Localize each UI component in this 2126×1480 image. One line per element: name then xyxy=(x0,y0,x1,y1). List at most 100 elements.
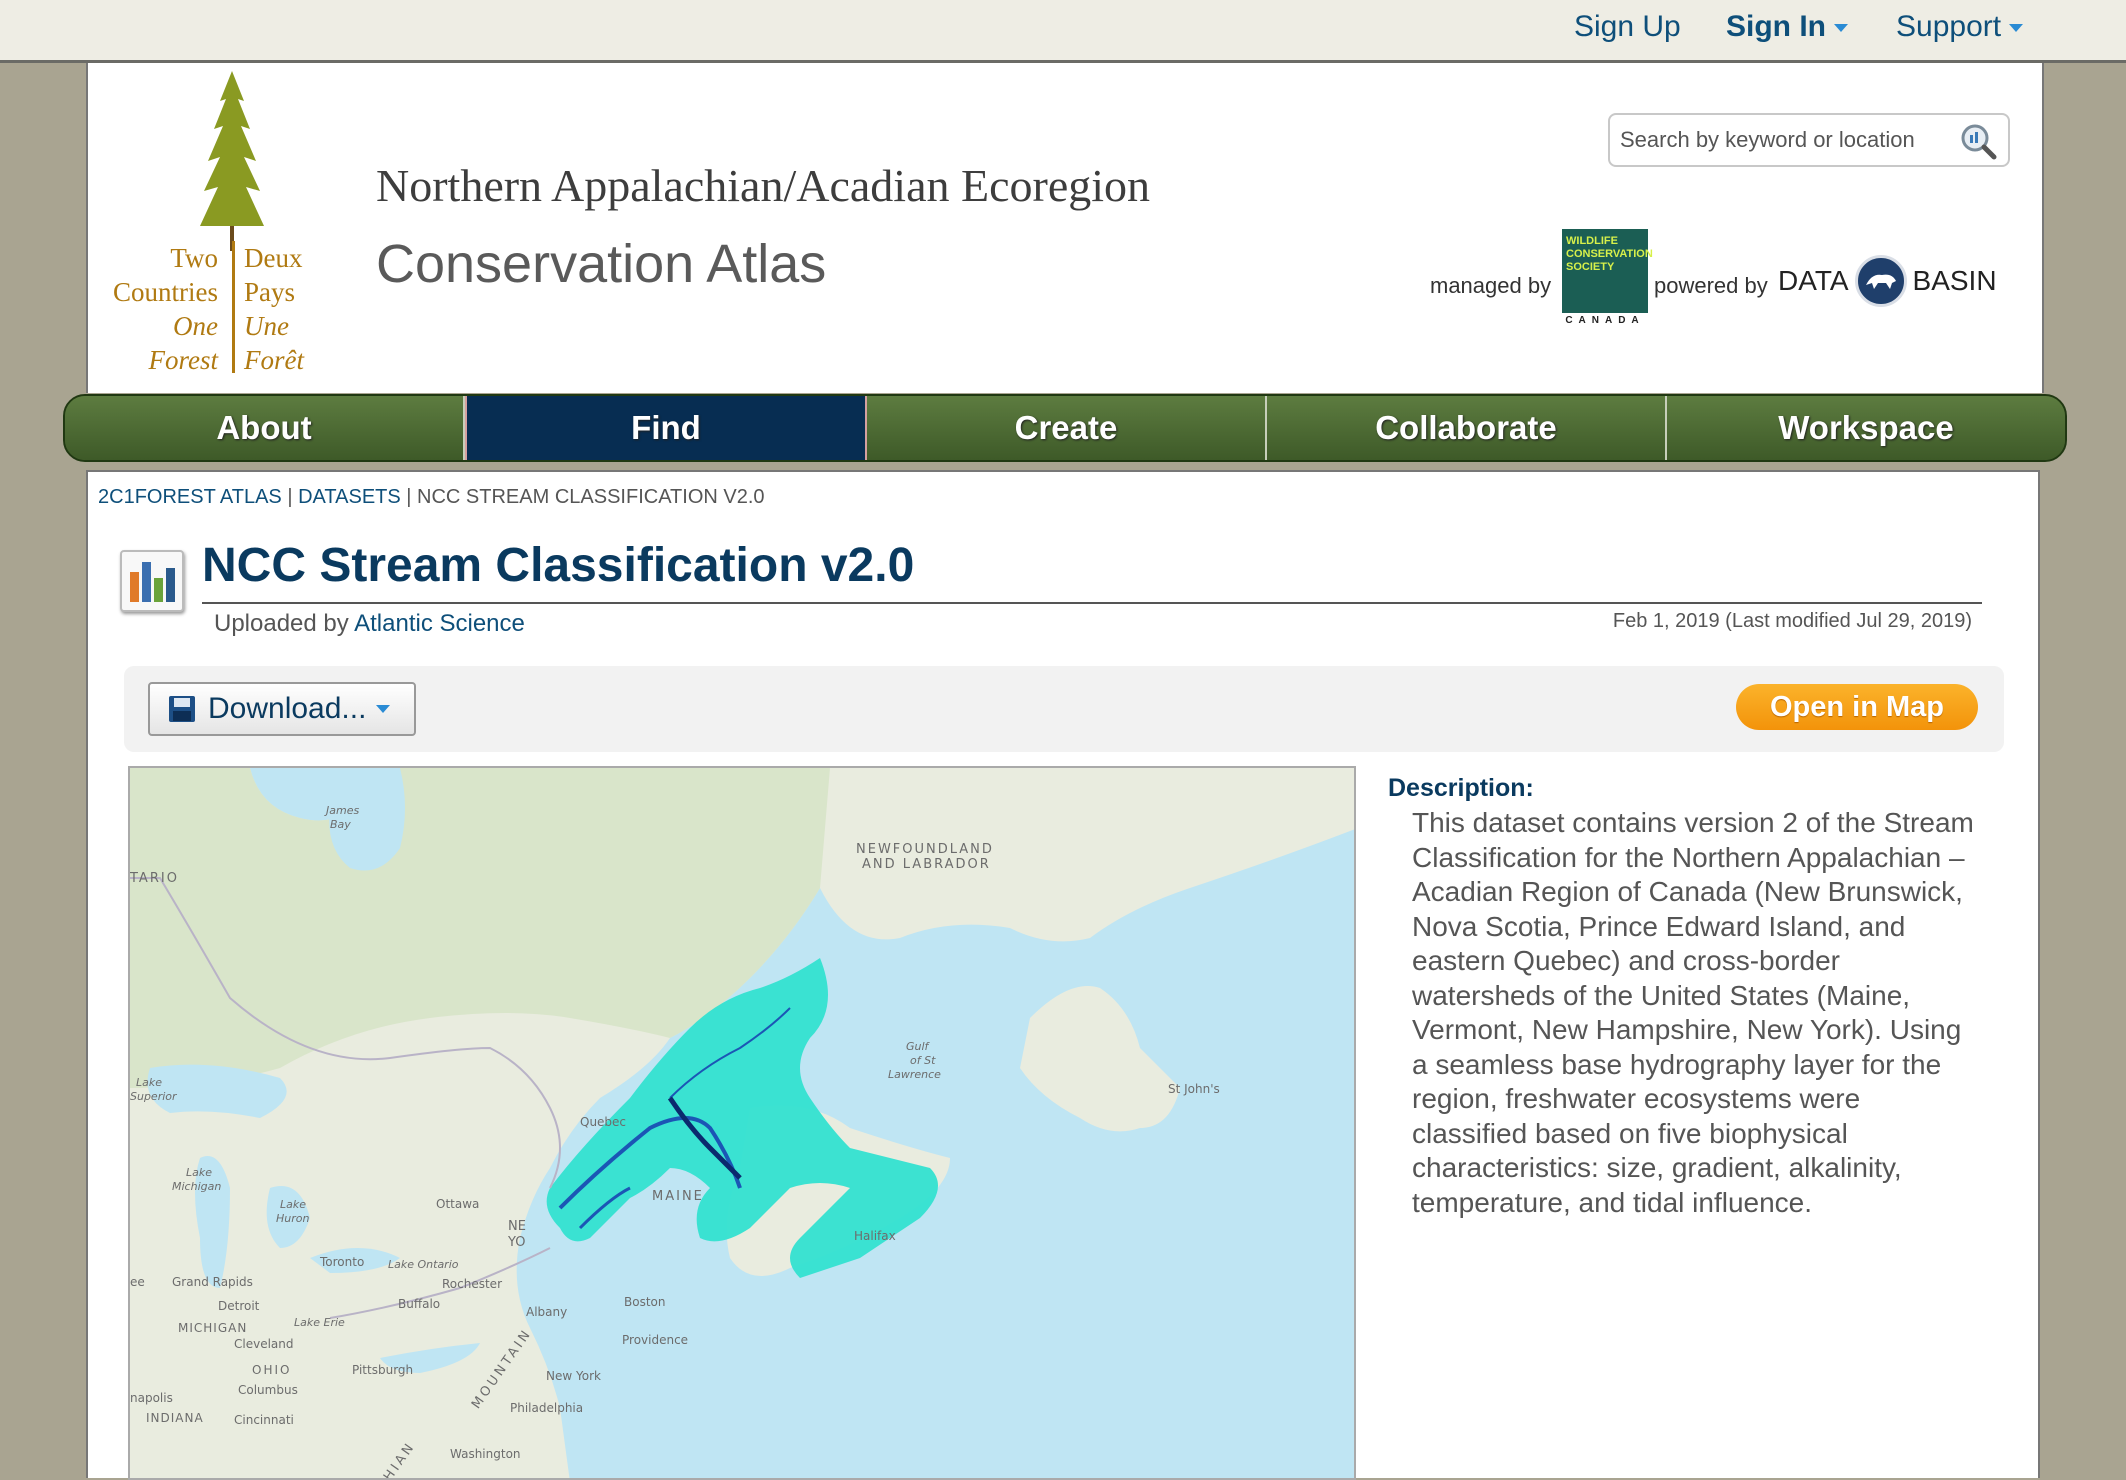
map-label: Pittsburgh xyxy=(352,1363,413,1377)
dataset-dates: Feb 1, 2019 (Last modified Jul 29, 2019) xyxy=(1612,610,1972,632)
page-title: NCC Stream Classification v2.0 xyxy=(202,539,915,592)
description-label: Description: xyxy=(1388,774,1534,802)
managed-by-label: managed by xyxy=(1430,273,1552,298)
tagline-line: Countries xyxy=(113,277,218,307)
tagline-line: One xyxy=(173,311,218,341)
map-label: Quebec xyxy=(580,1115,626,1129)
bear-icon xyxy=(1854,255,1907,307)
map-label: Superior xyxy=(130,1090,178,1103)
tagline-line: Pays xyxy=(244,277,296,307)
sign-up-link[interactable]: Sign Up xyxy=(1574,10,1681,44)
map-label: Buffalo xyxy=(398,1297,440,1311)
download-button[interactable]: Download... xyxy=(148,682,416,736)
map-label: TARIO xyxy=(130,871,179,886)
tagline-divider xyxy=(232,241,235,373)
site-title[interactable]: Northern Appalachian/Acadian Ecoregion xyxy=(376,159,1150,212)
map-label: ee xyxy=(130,1275,145,1289)
download-label: Download... xyxy=(208,692,367,725)
search-input[interactable] xyxy=(1618,123,1952,157)
map-label: INDIANA xyxy=(146,1411,204,1425)
wcs-logo[interactable]: WILDLIFE CONSERVATION SOCIETY xyxy=(1562,229,1653,313)
sign-in-menu[interactable]: Sign In xyxy=(1726,10,1848,44)
map-label: Albany xyxy=(526,1305,567,1319)
map-label: Ottawa xyxy=(436,1197,479,1211)
map-label: NEWFOUNDLAND xyxy=(856,842,994,857)
tagline-line: Forêt xyxy=(244,345,304,375)
dataset-chart-icon xyxy=(120,550,184,612)
tagline-french: Deux Pays Une Forêt xyxy=(244,241,384,377)
nav-item-workspace[interactable]: Workspace xyxy=(1667,396,2065,460)
nav-item-find[interactable]: Find xyxy=(465,396,867,460)
main-content: 2C1FOREST ATLAS | DATASETS | NCC STREAM … xyxy=(86,470,2040,1480)
breadcrumb: 2C1FOREST ATLAS | DATASETS | NCC STREAM … xyxy=(98,486,765,509)
nav-item-about[interactable]: About xyxy=(65,396,465,460)
map-label: Gulf xyxy=(906,1040,931,1053)
map-label: Bay xyxy=(330,818,351,831)
map-label: Providence xyxy=(622,1333,688,1347)
map-label: of St xyxy=(910,1054,936,1067)
map-label: Lake xyxy=(136,1076,162,1089)
map-label: MICHIGAN xyxy=(178,1321,247,1335)
map-label: Philadelphia xyxy=(510,1401,583,1415)
map-label: Halifax xyxy=(854,1229,896,1243)
map-label: Detroit xyxy=(218,1299,260,1313)
map-label: James xyxy=(324,804,359,817)
tree-logo-icon[interactable] xyxy=(192,71,272,251)
map-label: MAINE xyxy=(652,1189,704,1204)
map-label: Lake Ontario xyxy=(388,1258,459,1271)
search-icon[interactable] xyxy=(1958,121,1998,161)
chevron-down-icon xyxy=(376,705,391,713)
wcs-country-label: CANADA xyxy=(1565,315,1645,326)
breadcrumb-separator: | xyxy=(406,486,412,508)
databasin-logo-right: BASIN xyxy=(1912,265,1997,296)
support-label: Support xyxy=(1896,10,2002,43)
map-label: napolis xyxy=(130,1391,173,1405)
chevron-down-icon xyxy=(1834,24,1848,33)
map-label: Columbus xyxy=(238,1383,298,1397)
breadcrumb-atlas-link[interactable]: 2C1FOREST ATLAS xyxy=(98,486,282,508)
chevron-down-icon xyxy=(2009,24,2024,33)
map-label: Lake xyxy=(186,1166,212,1179)
title-divider xyxy=(202,602,1982,604)
map-label: Washington xyxy=(450,1447,521,1461)
map-label: Rochester xyxy=(442,1277,502,1291)
map-label: YO xyxy=(507,1235,525,1250)
top-utility-bar: Sign Up Sign In Support xyxy=(0,0,2126,63)
map-label: Toronto xyxy=(319,1255,364,1269)
map-label: Lake xyxy=(280,1198,306,1211)
main-nav: About Find Create Collaborate Workspace xyxy=(63,394,2067,462)
map-label: New York xyxy=(546,1369,601,1383)
nav-item-collaborate[interactable]: Collaborate xyxy=(1267,396,1667,460)
powered-by-label: powered by xyxy=(1654,273,1768,298)
tagline-line: Deux xyxy=(244,243,303,273)
tagline-line: Une xyxy=(244,311,289,341)
support-menu[interactable]: Support xyxy=(1896,10,2024,44)
tagline-english: Two Countries One Forest xyxy=(88,241,218,377)
nav-item-create[interactable]: Create xyxy=(867,396,1267,460)
map-label: Cleveland xyxy=(234,1337,294,1351)
map-label: Michigan xyxy=(172,1180,221,1193)
map-label: Grand Rapids xyxy=(172,1275,253,1289)
map-label: Cincinnati xyxy=(234,1413,294,1427)
tagline-line: Forest xyxy=(148,345,219,375)
breadcrumb-datasets-link[interactable]: DATASETS xyxy=(298,486,401,508)
floppy-disk-icon xyxy=(169,696,195,722)
dataset-toolbar: Download... Open in Map xyxy=(124,666,2004,752)
open-in-map-button[interactable]: Open in Map xyxy=(1736,684,1978,730)
uploader-link[interactable]: Atlantic Science xyxy=(354,610,525,637)
map-label: St John's xyxy=(1168,1082,1220,1096)
map-label: Huron xyxy=(276,1212,309,1225)
map-label: AND LABRADOR xyxy=(862,857,991,872)
dataset-map-preview[interactable]: James Bay TARIO NEWFOUNDLAND AND LABRADO… xyxy=(128,766,1356,1480)
map-label: Lawrence xyxy=(888,1068,941,1081)
breadcrumb-current: NCC STREAM CLASSIFICATION V2.0 xyxy=(417,486,765,508)
description-text: This dataset contains version 2 of the S… xyxy=(1412,807,1974,1218)
databasin-logo[interactable]: DATA BASIN xyxy=(1778,255,1997,307)
site-subtitle[interactable]: Conservation Atlas xyxy=(376,233,826,295)
databasin-logo-left: DATA xyxy=(1778,265,1849,296)
sign-in-label: Sign In xyxy=(1726,10,1826,43)
tagline-line: Two xyxy=(170,243,218,273)
map-canvas: James Bay TARIO NEWFOUNDLAND AND LABRADO… xyxy=(130,768,1354,1478)
site-header: Two Countries One Forest Deux Pays Une F… xyxy=(86,63,2044,393)
map-label: Boston xyxy=(624,1295,665,1309)
